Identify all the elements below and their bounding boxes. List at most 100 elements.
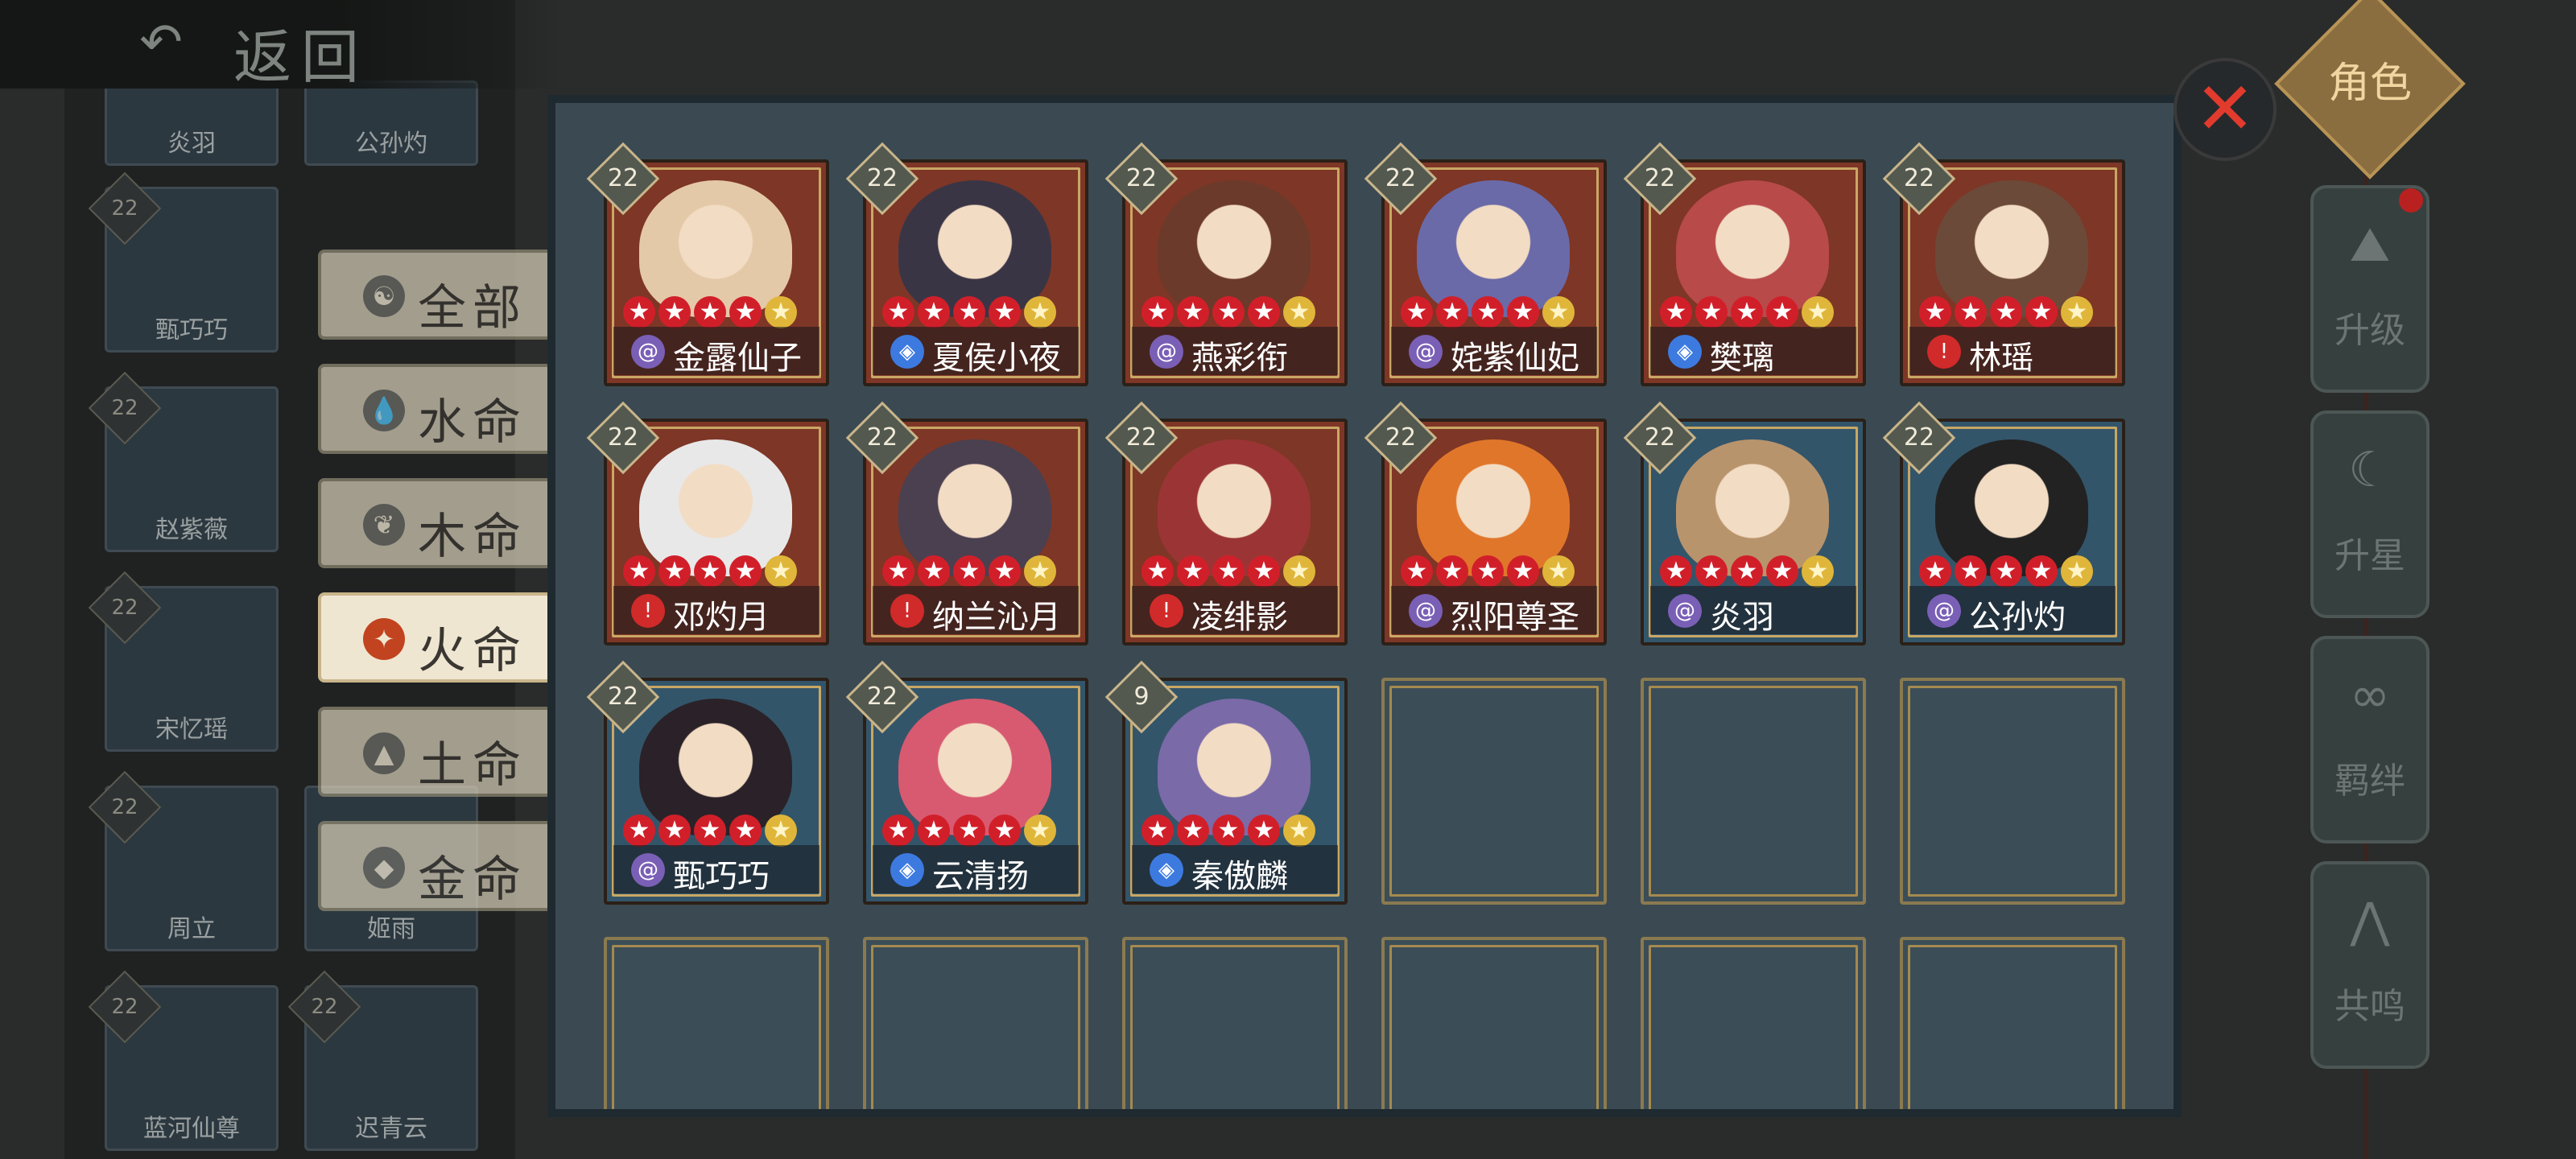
red-star-icon: ★	[1990, 555, 2022, 588]
gold-star-icon: ★	[1542, 296, 1575, 328]
red-star-icon: ★	[1990, 296, 2022, 328]
element-purple-icon: @	[631, 335, 665, 369]
leaf-icon: ❦	[363, 504, 405, 546]
hero-card[interactable]: 22 ★ ★ ★ ★ ★ @ 金露仙子	[586, 142, 829, 386]
bond-button[interactable]: ∞ 羁绊	[2310, 636, 2429, 843]
gold-star-icon: ★	[1802, 296, 1834, 328]
hero-card[interactable]: 22 ★ ★ ★ ★ ★! 林瑶	[1882, 142, 2125, 386]
star-rating: ★ ★ ★ ★ ★	[623, 296, 824, 328]
red-star-icon: ★	[694, 296, 726, 328]
card-frame	[1389, 945, 1599, 1109]
hero-card[interactable]: 22 ★ ★ ★ ★ ★! 纳兰沁月	[845, 401, 1088, 645]
level-value: 22	[607, 423, 639, 452]
hero-card[interactable]: 22 ★ ★ ★ ★ ★! 邓灼月	[586, 401, 829, 645]
red-star-icon: ★	[1660, 555, 1692, 588]
empty-hero-slot	[604, 937, 829, 1109]
card-frame	[1649, 945, 1858, 1109]
hero-name-bar: @ 甄巧巧	[613, 845, 819, 895]
star-rating: ★ ★ ★ ★ ★	[1919, 555, 2120, 588]
level-value: 22	[607, 683, 639, 711]
hero-name-bar: ◈ 秦傲麟	[1132, 845, 1338, 895]
hero-name-bar: ◈ 云清扬	[873, 845, 1079, 895]
hero-card[interactable]: 22 ★ ★ ★ ★ ★! 凌绯影	[1104, 401, 1348, 645]
water-drop-icon: 💧	[363, 390, 405, 431]
red-star-icon: ★	[1248, 296, 1280, 328]
star-up-icon: ☾	[2348, 442, 2392, 498]
red-star-icon: ★	[989, 815, 1021, 847]
hero-name: 林瑶	[1969, 340, 2033, 377]
red-star-icon: ★	[1212, 815, 1245, 847]
star-rating: ★ ★ ★ ★ ★	[623, 815, 824, 847]
hero-card[interactable]: 22 ★ ★ ★ ★ ★ @ 甄巧巧	[586, 660, 829, 905]
star-rating: ★ ★ ★ ★ ★	[1660, 296, 1861, 328]
hero-card[interactable]: 22 ★ ★ ★ ★ ★ @ 公孙灼	[1882, 401, 2125, 645]
hero-name-bar: ◈ 夏侯小夜	[873, 327, 1079, 377]
empty-hero-slot	[1122, 937, 1348, 1109]
red-star-icon: ★	[694, 815, 726, 847]
hero-name-bar: ! 纳兰沁月	[873, 586, 1079, 636]
level-value: 22	[1903, 164, 1935, 192]
hero-name: 夏侯小夜	[932, 340, 1061, 377]
gold-star-icon: ★	[1283, 815, 1315, 847]
close-icon: ✕	[2194, 67, 2256, 151]
flame-icon: ✦	[363, 618, 405, 660]
hero-name-bar: ! 林瑶	[1909, 327, 2116, 377]
red-star-icon: ★	[1248, 555, 1280, 588]
hero-name: 樊璃	[1710, 340, 1774, 377]
right-side-menu: 角色 ⛰ 升级 ☾ 升星 ∞ 羁绊 ⋀ 共鸣	[2274, 0, 2466, 1159]
red-star-icon: ★	[882, 296, 914, 328]
red-star-icon: ★	[1177, 815, 1209, 847]
tab-wood[interactable]: ❦ 木命	[318, 478, 559, 568]
empty-hero-slot	[1641, 937, 1866, 1109]
card-frame	[871, 945, 1080, 1109]
element-red-icon: !	[631, 594, 665, 628]
level-value: 22	[866, 423, 898, 452]
role-tab[interactable]: 角色	[2274, 0, 2466, 179]
red-star-icon: ★	[729, 555, 762, 588]
hero-grid: 22 ★ ★ ★ ★ ★ @ 金露仙子 22 ★ ★ ★ ★ ★ ◈ 夏侯小夜 22 ★ ★ ★ ★ ★ @ 燕彩衔 22 ★ ★ ★…	[555, 103, 2174, 1109]
red-star-icon: ★	[1507, 296, 1539, 328]
star-rating: ★ ★ ★ ★ ★	[1919, 296, 2120, 328]
hero-name: 纳兰沁月	[932, 599, 1061, 636]
hero-card[interactable]: 22 ★ ★ ★ ★ ★ ◈ 云清扬	[845, 660, 1088, 905]
red-star-icon: ★	[658, 555, 691, 588]
level-value: 22	[1125, 164, 1158, 192]
tab-earth[interactable]: ▲ 土命	[318, 707, 559, 797]
mountain-icon: ▲	[363, 732, 405, 774]
red-star-icon: ★	[729, 815, 762, 847]
element-purple-icon: @	[631, 853, 665, 887]
yin-yang-icon: ☯	[363, 275, 405, 317]
star-rating: ★ ★ ★ ★ ★	[1660, 555, 1861, 588]
notification-dot	[2399, 188, 2423, 212]
red-star-icon: ★	[1695, 555, 1728, 588]
element-blue-icon: ◈	[1668, 335, 1702, 369]
star-rating: ★ ★ ★ ★ ★	[882, 555, 1084, 588]
tab-water[interactable]: 💧 水命	[318, 364, 559, 454]
empty-hero-slot	[863, 937, 1088, 1109]
level-up-button[interactable]: ⛰ 升级	[2310, 185, 2429, 393]
hero-name: 金露仙子	[673, 340, 802, 377]
hero-name-bar: ◈ 樊璃	[1650, 327, 1856, 377]
gold-star-icon: ★	[1024, 815, 1056, 847]
tab-metal[interactable]: ◆ 金命	[318, 821, 559, 911]
tab-fire[interactable]: ✦ 火命	[318, 592, 559, 683]
close-button[interactable]: ✕	[2174, 58, 2277, 161]
hero-card[interactable]: 22 ★ ★ ★ ★ ★ @ 燕彩衔	[1104, 142, 1348, 386]
hero-card[interactable]: 22 ★ ★ ★ ★ ★ @ 烈阳尊圣	[1364, 401, 1607, 645]
element-purple-icon: @	[1409, 335, 1443, 369]
hero-card[interactable]: 22 ★ ★ ★ ★ ★ @ 炎羽	[1623, 401, 1866, 645]
star-up-button[interactable]: ☾ 升星	[2310, 410, 2429, 618]
red-star-icon: ★	[658, 815, 691, 847]
red-star-icon: ★	[1472, 555, 1504, 588]
back-button[interactable]: ↶ 返回	[0, 0, 564, 91]
resonance-button[interactable]: ⋀ 共鸣	[2310, 861, 2429, 1069]
element-purple-icon: @	[1927, 594, 1961, 628]
tab-all[interactable]: ☯ 全部	[318, 250, 559, 340]
bg-hero-card: 22 周立	[88, 770, 279, 951]
hero-card[interactable]: 22 ★ ★ ★ ★ ★ ◈ 夏侯小夜	[845, 142, 1088, 386]
hero-name: 秦傲麟	[1191, 858, 1288, 895]
hero-card[interactable]: 22 ★ ★ ★ ★ ★ ◈ 樊璃	[1623, 142, 1866, 386]
hero-name-bar: @ 金露仙子	[613, 327, 819, 377]
hero-card[interactable]: 9 ★ ★ ★ ★ ★ ◈ 秦傲麟	[1104, 660, 1348, 905]
hero-card[interactable]: 22 ★ ★ ★ ★ ★ @ 姹紫仙妃	[1364, 142, 1607, 386]
